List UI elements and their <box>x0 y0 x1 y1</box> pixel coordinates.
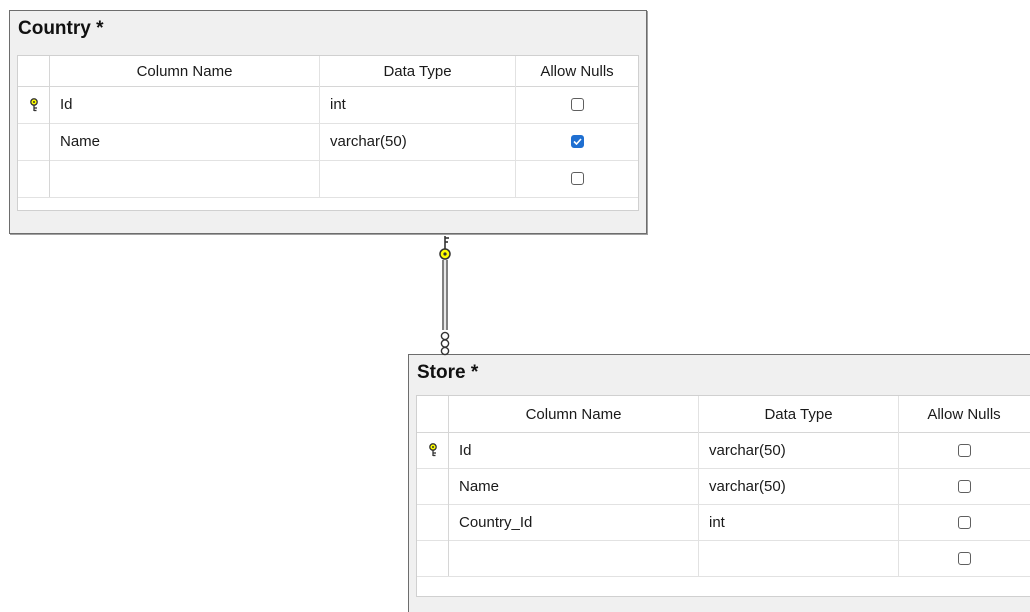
allow-nulls-cell <box>899 468 1029 504</box>
allow-nulls-cell <box>899 504 1029 540</box>
allow-nulls-checkbox[interactable] <box>957 551 971 565</box>
allow-nulls-checkbox[interactable] <box>570 98 584 111</box>
table-row[interactable] <box>18 160 638 198</box>
allow-nulls-checkbox[interactable] <box>957 479 971 493</box>
allow-nulls-cell <box>516 86 638 123</box>
column-name-cell[interactable]: Name <box>50 123 320 160</box>
data-type-header: Data Type <box>699 396 899 432</box>
data-type-cell[interactable]: varchar(50) <box>699 432 899 468</box>
primary-key-icon <box>427 443 439 457</box>
data-type-cell[interactable] <box>699 540 899 576</box>
data-type-cell[interactable]: varchar(50) <box>320 123 516 160</box>
allow-nulls-cell <box>899 540 1029 576</box>
allow-nulls-checkbox[interactable] <box>957 515 971 529</box>
column-name-cell[interactable]: Country_Id <box>449 504 699 540</box>
infinity-icon <box>440 331 450 356</box>
column-name-cell[interactable]: Name <box>449 468 699 504</box>
allow-nulls-header: Allow Nulls <box>927 405 1001 423</box>
column-name-cell[interactable]: Id <box>449 432 699 468</box>
country-table[interactable]: Country * Column Name Data Type Allow Nu… <box>9 10 647 234</box>
allow-nulls-cell <box>899 432 1029 468</box>
country-column-grid: Column Name Data Type Allow Nulls Id int N… <box>17 55 639 211</box>
table-row[interactable] <box>417 540 1030 577</box>
row-selector[interactable] <box>417 540 449 576</box>
store-column-grid: Column Name Data Type Allow Nulls Id varc… <box>416 395 1030 597</box>
table-row[interactable]: Name varchar(50) <box>18 123 638 161</box>
data-type-cell[interactable] <box>320 160 516 197</box>
allow-nulls-checkbox[interactable] <box>957 443 971 457</box>
column-name-cell[interactable]: Id <box>50 86 320 123</box>
allow-nulls-header: Allow Nulls <box>540 62 614 80</box>
row-selector-header <box>417 396 449 432</box>
data-type-header: Data Type <box>320 56 516 86</box>
key-icon <box>439 236 451 260</box>
row-selector[interactable] <box>417 432 449 468</box>
data-type-cell[interactable]: varchar(50) <box>699 468 899 504</box>
store-table-title[interactable]: Store * <box>409 355 1030 385</box>
allow-nulls-cell <box>516 160 638 197</box>
relationship-connector[interactable] <box>430 232 460 356</box>
allow-nulls-checkbox[interactable] <box>570 135 584 148</box>
column-name-cell[interactable] <box>449 540 699 576</box>
row-selector-header <box>18 56 50 86</box>
country-grid-header: Column Name Data Type Allow Nulls <box>18 56 638 87</box>
table-row[interactable]: Name varchar(50) <box>417 468 1030 505</box>
table-row[interactable]: Id int <box>18 86 638 124</box>
column-name-header: Column Name <box>50 56 320 86</box>
column-name-cell[interactable] <box>50 160 320 197</box>
allow-nulls-cell <box>516 123 638 160</box>
row-selector[interactable] <box>417 504 449 540</box>
row-selector[interactable] <box>18 123 50 160</box>
table-row[interactable]: Country_Id int <box>417 504 1030 541</box>
column-name-header: Column Name <box>449 396 699 432</box>
row-selector[interactable] <box>417 468 449 504</box>
data-type-cell[interactable]: int <box>320 86 516 123</box>
table-row[interactable]: Id varchar(50) <box>417 432 1030 469</box>
row-selector[interactable] <box>18 160 50 197</box>
allow-nulls-checkbox[interactable] <box>570 172 584 185</box>
store-grid-header: Column Name Data Type Allow Nulls <box>417 396 1030 433</box>
primary-key-icon <box>28 97 40 112</box>
row-selector[interactable] <box>18 86 50 123</box>
store-table[interactable]: Store * Column Name Data Type Allow Null… <box>408 354 1030 612</box>
data-type-cell[interactable]: int <box>699 504 899 540</box>
country-table-title[interactable]: Country * <box>10 11 646 41</box>
